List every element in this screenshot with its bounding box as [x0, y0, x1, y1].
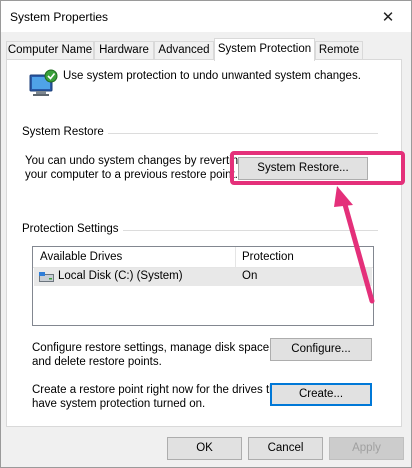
column-protection[interactable]: Protection [242, 251, 294, 263]
table-row[interactable]: Local Disk (C:) (System) On [34, 268, 372, 286]
system-restore-description: You can undo system changes by reverting… [25, 155, 245, 181]
create-button[interactable]: Create... [270, 383, 372, 406]
configure-button[interactable]: Configure... [270, 338, 372, 361]
column-separator[interactable] [235, 247, 236, 267]
tab-advanced[interactable]: Advanced [154, 41, 214, 59]
drive-protection-status: On [242, 270, 258, 282]
column-available-drives[interactable]: Available Drives [40, 251, 122, 263]
intro-text: Use system protection to undo unwanted s… [63, 70, 361, 82]
ok-button[interactable]: OK [167, 437, 242, 460]
system-restore-group-label: System Restore [22, 126, 108, 138]
configure-description: Configure restore settings, manage disk … [32, 342, 273, 368]
tab-system-protection[interactable]: System Protection [214, 38, 315, 61]
drive-name: Local Disk (C:) (System) [58, 270, 183, 282]
drives-list-header: Available Drives Protection [33, 247, 373, 268]
tab-panel [6, 59, 402, 427]
tab-computer-name[interactable]: Computer Name [6, 41, 94, 59]
system-protection-icon [29, 69, 58, 96]
cancel-button[interactable]: Cancel [248, 437, 323, 460]
window-title: System Properties [10, 10, 109, 24]
annotation-highlight-box [230, 151, 405, 185]
close-icon[interactable]: ✕ [365, 1, 411, 32]
protection-settings-group-label: Protection Settings [22, 223, 123, 235]
drive-icon [39, 272, 54, 282]
title-bar: System Properties ✕ [1, 1, 411, 32]
create-description: Create a restore point right now for the… [32, 384, 286, 410]
drives-list[interactable]: Available Drives Protection Local Disk (… [32, 246, 374, 326]
tab-hardware[interactable]: Hardware [94, 41, 154, 59]
apply-button[interactable]: Apply [329, 437, 404, 460]
tab-remote[interactable]: Remote [315, 41, 363, 59]
